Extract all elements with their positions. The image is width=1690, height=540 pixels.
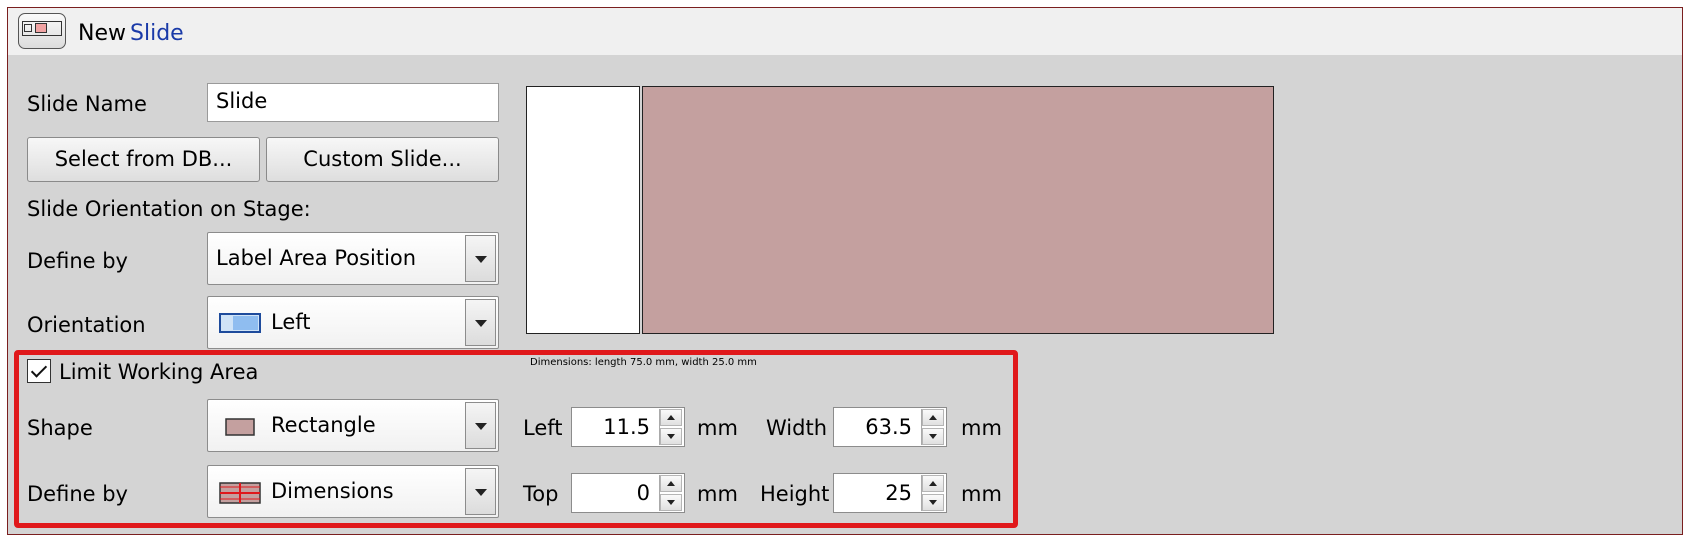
slide-name-input[interactable]: Slide: [207, 83, 499, 122]
width-unit: mm: [961, 416, 1002, 440]
dimensions-icon: [219, 482, 261, 504]
spin-down-icon[interactable]: [922, 494, 944, 511]
width-spinbox[interactable]: 63.5: [833, 407, 947, 447]
orientation-value: Left: [271, 310, 311, 334]
select-from-db-button[interactable]: Select from DB...: [27, 137, 260, 182]
left-value: 11.5: [603, 415, 650, 439]
shape-value: Rectangle: [271, 413, 376, 437]
top-spinbox[interactable]: 0: [571, 473, 685, 513]
width-label: Width: [766, 416, 828, 440]
define-by-value: Label Area Position: [216, 246, 417, 270]
shape-select[interactable]: Rectangle: [207, 399, 499, 452]
slide-icon: [18, 13, 66, 49]
orientation-section-label: Slide Orientation on Stage:: [27, 197, 311, 221]
top-label: Top: [523, 482, 559, 506]
orientation-select[interactable]: Left: [207, 296, 499, 349]
spin-up-icon[interactable]: [922, 409, 944, 426]
title-prefix: New: [78, 21, 126, 46]
rectangle-shape-icon: [225, 418, 255, 436]
custom-slide-button[interactable]: Custom Slide...: [266, 137, 499, 182]
spin-down-icon[interactable]: [660, 428, 682, 445]
define-by-label: Define by: [27, 249, 128, 273]
height-spinbox[interactable]: 25: [833, 473, 947, 513]
slide-preview-working-area: [642, 86, 1274, 334]
chevron-down-icon[interactable]: [465, 235, 496, 282]
height-label: Height: [760, 482, 830, 506]
width-value: 63.5: [865, 415, 912, 439]
orientation-left-icon: [219, 313, 261, 333]
chevron-down-icon[interactable]: [465, 468, 496, 515]
slide-name-label: Slide Name: [27, 92, 147, 116]
top-unit: mm: [697, 482, 738, 506]
left-spinbox[interactable]: 11.5: [571, 407, 685, 447]
left-label: Left: [523, 416, 563, 440]
limit-working-area-label: Limit Working Area: [59, 360, 259, 384]
left-unit: mm: [697, 416, 738, 440]
height-unit: mm: [961, 482, 1002, 506]
define-by-label-2: Define by: [27, 482, 128, 506]
height-value: 25: [885, 481, 912, 505]
define-by-dimensions-value: Dimensions: [271, 479, 394, 503]
chevron-down-icon[interactable]: [465, 402, 496, 449]
title-name: Slide: [130, 21, 184, 46]
define-by-select[interactable]: Label Area Position: [207, 232, 499, 285]
title-bar: [8, 8, 1682, 55]
shape-label: Shape: [27, 416, 93, 440]
spin-up-icon[interactable]: [660, 409, 682, 426]
spin-down-icon[interactable]: [922, 428, 944, 445]
spin-up-icon[interactable]: [922, 475, 944, 492]
top-value: 0: [636, 481, 650, 505]
limit-working-area-checkbox[interactable]: [27, 359, 51, 383]
slide-preview-label-area: [526, 86, 640, 334]
define-by-dimensions-select[interactable]: Dimensions: [207, 465, 499, 518]
chevron-down-icon[interactable]: [465, 299, 496, 346]
spin-up-icon[interactable]: [660, 475, 682, 492]
spin-down-icon[interactable]: [660, 494, 682, 511]
orientation-label: Orientation: [27, 313, 146, 337]
